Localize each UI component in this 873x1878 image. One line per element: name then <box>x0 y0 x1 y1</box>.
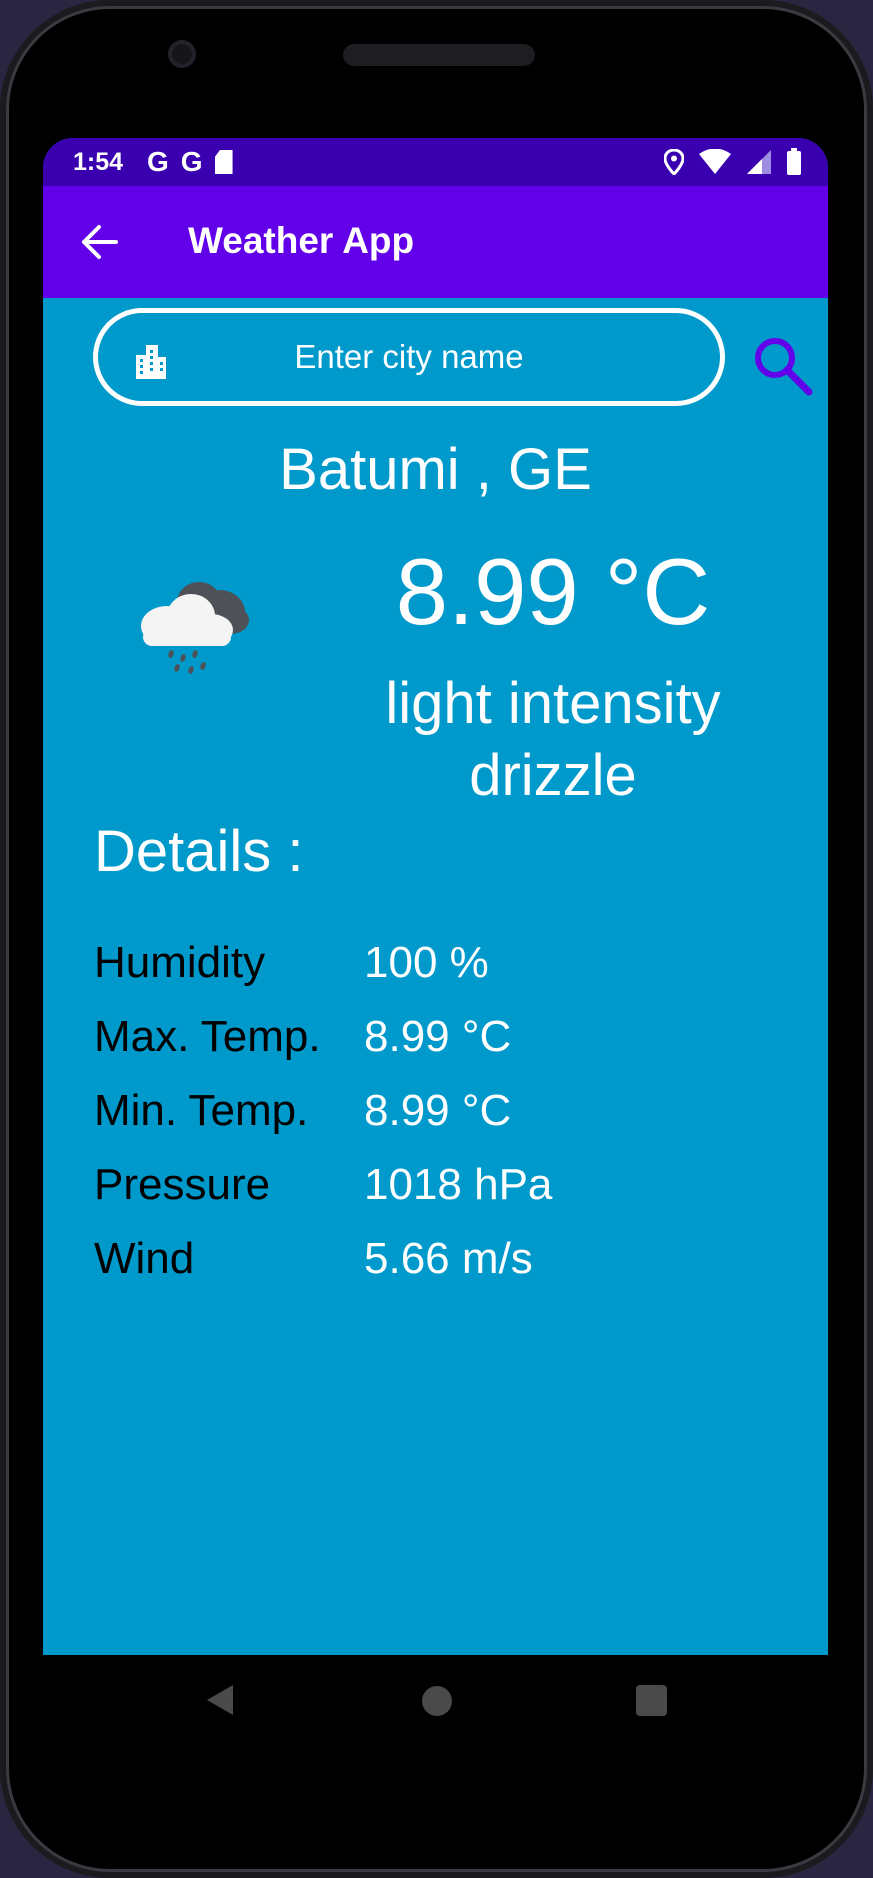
details-table: Humidity 100 % Max. Temp. 8.99 °C Min. T… <box>94 938 794 1308</box>
status-system-icons <box>664 148 802 176</box>
status-time: 1:54 <box>73 148 124 176</box>
detail-row-humidity: Humidity 100 % <box>94 938 794 1012</box>
search-icon[interactable] <box>751 334 815 398</box>
nav-home-icon[interactable] <box>422 1686 452 1716</box>
battery-icon <box>787 148 801 175</box>
arrow-back-icon[interactable] <box>79 224 119 260</box>
system-nav-bar <box>43 1655 828 1751</box>
google-g-icon: G <box>180 146 203 177</box>
temperature-value: 8.99 °C <box>395 539 711 644</box>
condition-line-2: drizzle <box>469 743 637 808</box>
detail-value: 100 % <box>364 938 489 987</box>
detail-label: Max. Temp. <box>94 1012 321 1061</box>
status-notification-icons: G G <box>147 146 233 178</box>
detail-label: Min. Temp. <box>94 1086 309 1135</box>
sd-card-icon <box>214 150 233 174</box>
status-bar: 1:54 G G <box>43 138 828 186</box>
app-bar: Weather App <box>43 186 828 298</box>
details-heading: Details : <box>94 819 304 884</box>
app-screen: 1:54 G G Weather App Enter city name Bat… <box>43 138 828 1655</box>
front-camera <box>168 40 196 68</box>
rain-cloud-icon <box>141 582 249 674</box>
detail-label: Humidity <box>94 938 266 987</box>
location-label: Batumi , GE <box>279 437 592 502</box>
weather-condition: light intensity drizzle <box>333 668 773 812</box>
detail-row-wind: Wind 5.66 m/s <box>94 1234 794 1308</box>
detail-value: 8.99 °C <box>364 1012 512 1061</box>
nav-back-icon[interactable] <box>205 1683 235 1717</box>
app-title: Weather App <box>188 220 415 261</box>
location-pin-icon <box>664 149 684 175</box>
detail-row-max-temp: Max. Temp. 8.99 °C <box>94 1012 794 1086</box>
signal-icon <box>747 150 771 174</box>
detail-value: 8.99 °C <box>364 1086 512 1135</box>
detail-label: Pressure <box>94 1160 271 1209</box>
detail-value: 1018 hPa <box>364 1160 553 1209</box>
detail-row-min-temp: Min. Temp. 8.99 °C <box>94 1086 794 1160</box>
search-placeholder: Enter city name <box>294 338 524 375</box>
condition-line-1: light intensity <box>385 671 721 736</box>
detail-value: 5.66 m/s <box>364 1234 533 1283</box>
city-search-input[interactable]: Enter city name <box>93 308 725 406</box>
phone-frame: 1:54 G G Weather App Enter city name Bat… <box>0 0 873 1878</box>
google-g-icon: G <box>147 146 169 177</box>
wifi-icon <box>699 149 731 174</box>
nav-recents-icon[interactable] <box>636 1685 667 1716</box>
earpiece-speaker <box>343 44 535 66</box>
detail-row-pressure: Pressure 1018 hPa <box>94 1160 794 1234</box>
detail-label: Wind <box>94 1234 195 1283</box>
